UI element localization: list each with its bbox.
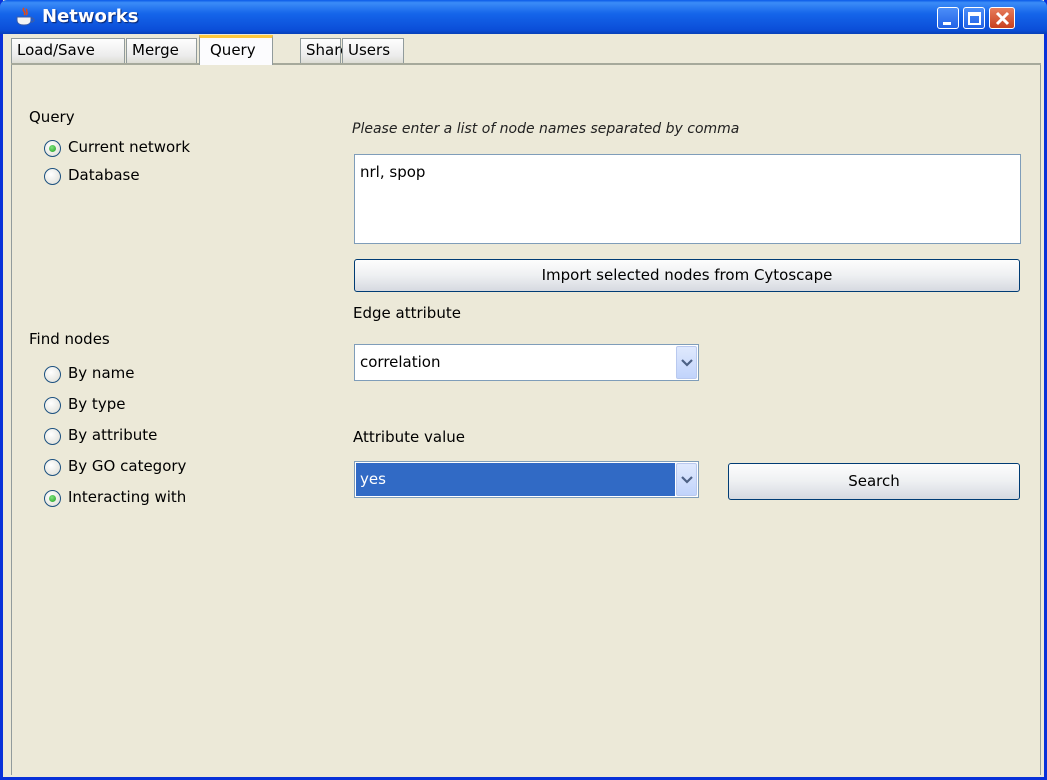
- maximize-button[interactable]: [963, 7, 985, 29]
- radio-circle: [44, 168, 61, 185]
- tab-share[interactable]: Share: [300, 38, 349, 63]
- window-title: Networks: [42, 6, 139, 27]
- chevron-down-icon: [681, 476, 693, 484]
- edge-attribute-value: correlation: [360, 353, 441, 371]
- tab-load-save[interactable]: Load/Save: [11, 38, 125, 63]
- find-nodes-heading: Find nodes: [29, 330, 110, 348]
- edge-attribute-select[interactable]: correlation: [354, 344, 699, 381]
- node-names-value: nrl, spop: [360, 163, 426, 181]
- close-button[interactable]: [989, 7, 1015, 29]
- maximize-icon: [968, 12, 981, 25]
- tab-merge[interactable]: Merge: [126, 38, 197, 63]
- node-names-textarea[interactable]: nrl, spop: [354, 154, 1021, 244]
- attribute-value-select[interactable]: yes: [354, 461, 699, 498]
- chevron-down-icon: [681, 359, 693, 367]
- radio-label: By type: [68, 395, 126, 413]
- minimize-icon: [943, 22, 951, 25]
- minimize-button[interactable]: [937, 7, 959, 29]
- tab-label: Users: [348, 41, 391, 59]
- tab-label: Query: [210, 41, 256, 59]
- attribute-value-value: yes: [360, 470, 386, 488]
- node-list-hint: Please enter a list of node names separa…: [352, 121, 740, 137]
- tab-query[interactable]: Query: [199, 35, 273, 65]
- selection-highlight: [356, 463, 675, 496]
- edge-attribute-label: Edge attribute: [353, 304, 461, 322]
- title-bar[interactable]: Networks: [0, 0, 1047, 34]
- dropdown-arrow-button[interactable]: [676, 346, 697, 379]
- radio-circle: [44, 397, 61, 414]
- search-button[interactable]: Search: [728, 463, 1020, 500]
- query-heading: Query: [29, 108, 75, 126]
- networks-window: Networks Load/Save Merge Share Users Que…: [0, 0, 1047, 780]
- radio-dot: [49, 145, 56, 152]
- radio-circle: [44, 366, 61, 383]
- import-nodes-button[interactable]: Import selected nodes from Cytoscape: [354, 259, 1020, 292]
- radio-label: By GO category: [68, 457, 187, 475]
- radio-label: Current network: [68, 138, 191, 156]
- tab-label: Load/Save: [17, 41, 95, 59]
- tab-label: Merge: [132, 41, 179, 59]
- attribute-value-label: Attribute value: [353, 428, 465, 446]
- radio-label: By name: [68, 364, 135, 382]
- radio-circle: [44, 459, 61, 476]
- import-nodes-label: Import selected nodes from Cytoscape: [541, 266, 833, 284]
- dropdown-arrow-button[interactable]: [676, 463, 697, 496]
- radio-circle: [44, 428, 61, 445]
- radio-label: Interacting with: [68, 488, 187, 506]
- close-icon: [995, 11, 1010, 26]
- tab-users[interactable]: Users: [342, 38, 404, 63]
- radio-label: By attribute: [68, 426, 158, 444]
- radio-dot: [49, 495, 56, 502]
- java-cup-icon: [16, 7, 35, 26]
- radio-label: Database: [68, 166, 140, 184]
- search-label: Search: [848, 472, 900, 490]
